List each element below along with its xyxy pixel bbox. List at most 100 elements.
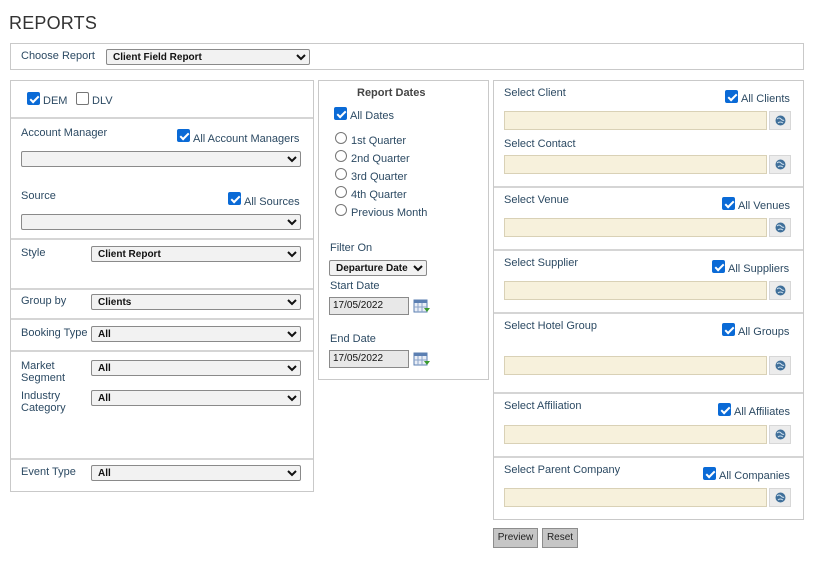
- select-client-label: Select Client: [504, 87, 566, 99]
- all-affiliates-checkbox[interactable]: [718, 403, 731, 416]
- all-companies-checkbox[interactable]: [703, 467, 716, 480]
- all-venues-label: All Venues: [738, 200, 790, 212]
- divider: [494, 312, 803, 314]
- filter-on-label: Filter On: [330, 242, 373, 254]
- end-date-input[interactable]: 17/05/2022: [329, 350, 409, 368]
- quarter-2-radio[interactable]: [335, 150, 347, 162]
- divider: [494, 456, 803, 458]
- divider: [11, 288, 313, 290]
- group-by-label: Group by: [21, 295, 67, 307]
- select-parent-company-label: Select Parent Company: [504, 464, 621, 476]
- divider: [494, 186, 803, 188]
- all-venues-checkbox[interactable]: [722, 197, 735, 210]
- booking-type-label: Booking Type: [21, 327, 88, 339]
- all-clients-label: All Clients: [741, 93, 790, 105]
- divider: [11, 458, 313, 460]
- parent-company-field[interactable]: [504, 488, 767, 507]
- globe-icon[interactable]: [769, 218, 791, 237]
- all-affiliates-label: All Affiliates: [734, 406, 791, 418]
- all-sources-label: All Sources: [244, 196, 300, 208]
- calendar-icon[interactable]: [413, 351, 431, 367]
- market-segment-label-2: Segment: [21, 372, 66, 384]
- quarter-1-label: 1st Quarter: [351, 135, 407, 147]
- page-title: REPORTS: [9, 13, 98, 33]
- all-dates-checkbox[interactable]: [334, 107, 347, 120]
- all-suppliers-checkbox[interactable]: [712, 260, 725, 273]
- globe-icon[interactable]: [769, 425, 791, 444]
- choose-report-select[interactable]: Client Field Report: [106, 49, 310, 65]
- all-clients-checkbox[interactable]: [725, 90, 738, 103]
- divider: [494, 392, 803, 394]
- dem-checkbox[interactable]: [27, 92, 40, 105]
- globe-icon[interactable]: [769, 155, 791, 174]
- select-venue-label: Select Venue: [504, 194, 569, 206]
- industry-category-label-2: Category: [21, 402, 66, 414]
- reset-button[interactable]: Reset: [542, 528, 578, 548]
- event-type-label: Event Type: [21, 466, 76, 478]
- calendar-icon[interactable]: [413, 298, 431, 314]
- divider: [11, 350, 313, 352]
- hotel-group-field[interactable]: [504, 356, 767, 375]
- group-by-select[interactable]: Clients: [91, 294, 301, 310]
- quarter-1-radio[interactable]: [335, 132, 347, 144]
- all-suppliers-label: All Suppliers: [728, 263, 790, 275]
- divider: [11, 318, 313, 320]
- supplier-field[interactable]: [504, 281, 767, 300]
- account-manager-select[interactable]: [21, 151, 301, 167]
- divider: [11, 238, 313, 240]
- all-account-managers-checkbox[interactable]: [177, 129, 190, 142]
- style-label: Style: [21, 247, 46, 259]
- event-type-select[interactable]: All: [91, 465, 301, 481]
- select-affiliation-label: Select Affiliation: [504, 400, 582, 412]
- quarter-3-label: 3rd Quarter: [351, 171, 408, 183]
- globe-icon[interactable]: [769, 488, 791, 507]
- report-dates-heading: Report Dates: [357, 87, 426, 99]
- all-dates-label: All Dates: [350, 110, 395, 122]
- affiliation-field[interactable]: [504, 425, 767, 444]
- all-account-managers-label: All Account Managers: [193, 133, 300, 145]
- lookup-panel: Select Client All Clients Select Contact…: [493, 80, 804, 520]
- globe-icon[interactable]: [769, 356, 791, 375]
- source-select[interactable]: [21, 214, 301, 230]
- start-date-label: Start Date: [330, 280, 380, 292]
- client-field[interactable]: [504, 111, 767, 130]
- market-segment-label-1: Market: [21, 360, 55, 372]
- dem-label: DEM: [43, 95, 68, 107]
- start-date-input[interactable]: 17/05/2022: [329, 297, 409, 315]
- source-label: Source: [21, 190, 56, 202]
- market-segment-select[interactable]: All: [91, 360, 301, 376]
- all-groups-label: All Groups: [738, 326, 790, 338]
- preview-button[interactable]: Preview: [493, 528, 538, 548]
- divider: [11, 117, 313, 119]
- quarter-3-radio[interactable]: [335, 168, 347, 180]
- report-dates-panel: Report Dates All Dates 1st Quarter 2nd Q…: [318, 80, 489, 380]
- globe-icon[interactable]: [769, 281, 791, 300]
- style-select[interactable]: Client Report: [91, 246, 301, 262]
- industry-category-label-1: Industry: [21, 390, 61, 402]
- choose-report-label: Choose Report: [21, 50, 95, 62]
- dlv-checkbox[interactable]: [76, 92, 89, 105]
- all-sources-checkbox[interactable]: [228, 192, 241, 205]
- globe-icon[interactable]: [769, 111, 791, 130]
- quarter-2-label: 2nd Quarter: [351, 153, 410, 165]
- dlv-label: DLV: [92, 95, 113, 107]
- select-hotel-group-label: Select Hotel Group: [504, 320, 597, 332]
- booking-type-select[interactable]: All: [91, 326, 301, 342]
- select-supplier-label: Select Supplier: [504, 257, 578, 269]
- select-contact-label: Select Contact: [504, 138, 576, 150]
- quarter-4-label: 4th Quarter: [351, 189, 407, 201]
- venue-field[interactable]: [504, 218, 767, 237]
- choose-report-bar: Choose Report Client Field Report: [10, 43, 804, 70]
- contact-field[interactable]: [504, 155, 767, 174]
- left-filter-panel: DEM DLV Account Manager All Account Mana…: [10, 80, 314, 492]
- divider: [494, 249, 803, 251]
- all-companies-label: All Companies: [719, 470, 790, 482]
- account-manager-label: Account Manager: [21, 127, 108, 139]
- previous-month-radio[interactable]: [335, 204, 347, 216]
- previous-month-label: Previous Month: [351, 207, 428, 219]
- filter-on-select[interactable]: Departure Date: [329, 260, 427, 276]
- quarter-4-radio[interactable]: [335, 186, 347, 198]
- industry-category-select[interactable]: All: [91, 390, 301, 406]
- end-date-label: End Date: [330, 333, 376, 345]
- all-groups-checkbox[interactable]: [722, 323, 735, 336]
